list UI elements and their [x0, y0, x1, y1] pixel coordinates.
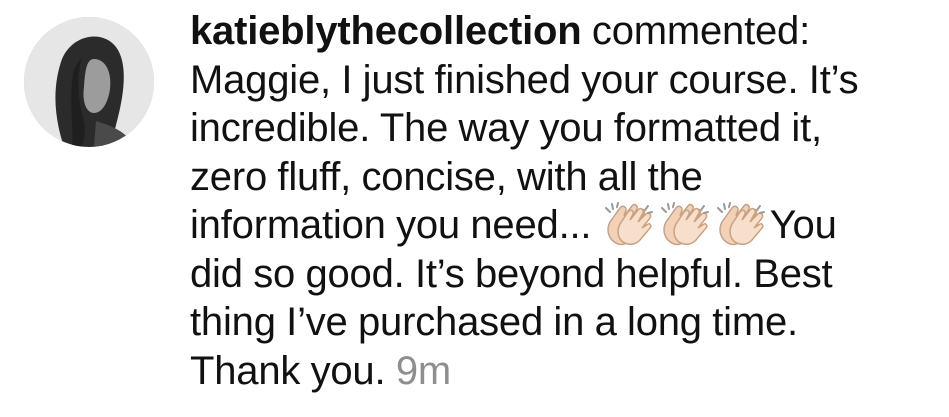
comment-line: incredible. The way you formatted it,: [190, 106, 822, 150]
comment: katieblythecollection commented: Maggie,…: [0, 0, 949, 417]
comment-header: katieblythecollection commented:: [190, 7, 942, 56]
comment-line: Thank you.: [190, 348, 386, 393]
comment-line-with-emoji: information you need... You: [190, 201, 942, 250]
comment-line: zero fluff, concise, with all the: [190, 154, 703, 199]
clapping-hands-icon: [716, 202, 765, 246]
comment-last-line: Thank you. 9m: [190, 347, 942, 396]
comment-line: thing I’ve purchased in a long time.: [190, 300, 798, 344]
comment-text: katieblythecollection commented: Maggie,…: [190, 7, 942, 395]
clapping-hands-icon: [604, 202, 653, 246]
avatar-photo: [24, 17, 154, 147]
comment-action: commented:: [591, 9, 810, 53]
comment-line: information you need...: [190, 203, 592, 247]
clapping-hands-icon: [660, 202, 709, 246]
username-link[interactable]: katieblythecollection: [190, 9, 582, 53]
comment-line: You: [769, 203, 837, 247]
avatar[interactable]: [24, 17, 154, 147]
timestamp[interactable]: 9m: [396, 349, 451, 393]
comment-line: Maggie, I just finished your course. It’…: [190, 57, 859, 102]
comment-line: did so good. It’s beyond helpful. Best: [190, 251, 833, 296]
